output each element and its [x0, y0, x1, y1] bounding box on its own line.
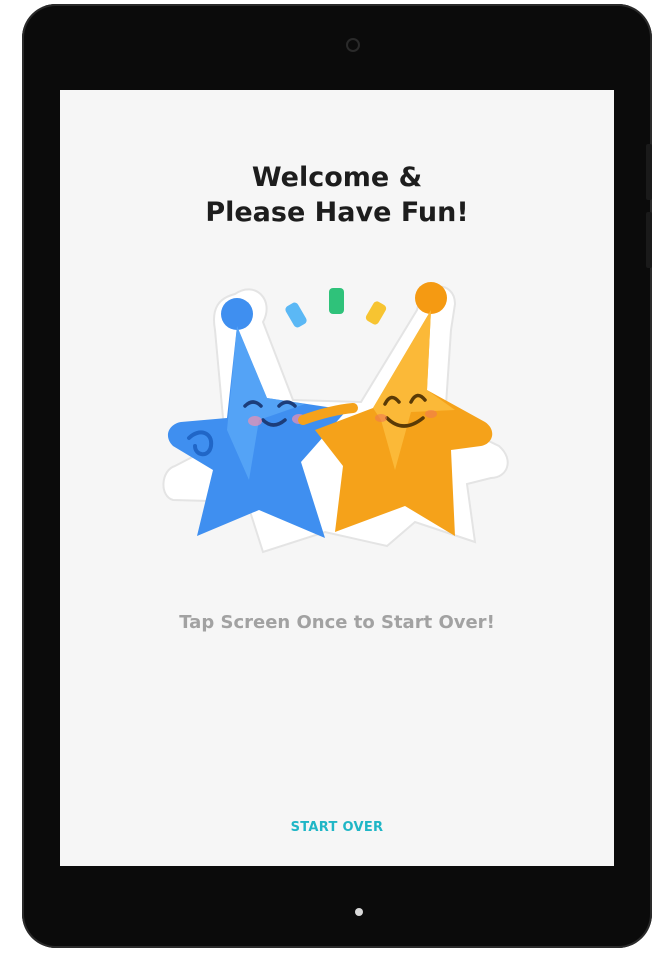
tap-instruction-text: Tap Screen Once to Start Over! [179, 612, 495, 633]
side-button-lower [646, 212, 652, 268]
sparkles-icon [285, 288, 387, 328]
title-line-2: Please Have Fun! [205, 197, 469, 228]
start-over-button[interactable]: START OVER [277, 816, 397, 839]
front-camera [346, 38, 360, 52]
home-indicator [355, 908, 363, 916]
two-star-mascots-icon [162, 282, 509, 554]
welcome-title: Welcome & Please Have Fun! [60, 160, 614, 230]
app-screen[interactable]: Welcome & Please Have Fun! Tap Screen On… [60, 90, 614, 866]
title-line-1: Welcome & [251, 162, 423, 193]
side-button-upper [646, 144, 652, 200]
